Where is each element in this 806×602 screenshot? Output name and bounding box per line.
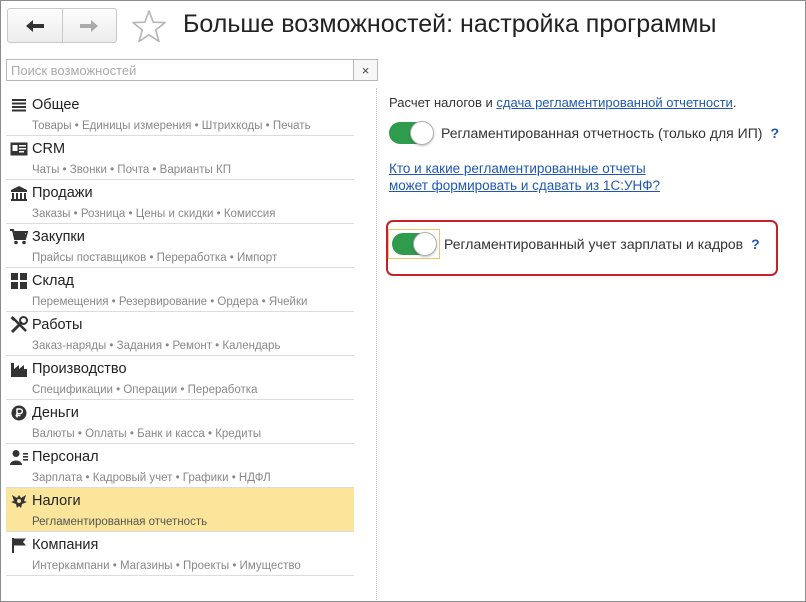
toggle-row-reporting: Регламентированная отчетность (только дл…	[389, 121, 779, 145]
payroll-toggle[interactable]	[392, 232, 437, 256]
section-title: Общее	[32, 97, 80, 113]
reporting-toggle-label: Регламентированная отчетность (только дл…	[441, 125, 763, 141]
section-item-company[interactable]: Компания Интеркампани • Магазины • Проек…	[6, 532, 354, 576]
factory-icon	[10, 361, 28, 377]
section-subtitle: Перемещения • Резервирование • Ордера • …	[32, 296, 308, 308]
list-lines-icon	[10, 97, 28, 113]
section-item-money[interactable]: Деньги Валюты • Оплаты • Банк и касса • …	[6, 400, 354, 444]
section-subtitle: Валюты • Оплаты • Банк и касса • Кредиты	[32, 428, 262, 440]
reporting-toggle[interactable]	[389, 121, 434, 145]
section-item-purchases[interactable]: Закупки Прайсы поставщиков • Переработка…	[6, 224, 354, 268]
person-icon	[10, 449, 28, 465]
section-title: Закупки	[32, 229, 85, 245]
star-outline-icon[interactable]	[131, 9, 167, 45]
sections-list: Общее Товары • Единицы измерения • Штрих…	[0, 92, 355, 576]
section-subtitle: Интеркампани • Магазины • Проекты • Имущ…	[32, 560, 301, 572]
section-title: CRM	[32, 141, 66, 157]
forward-button[interactable]	[61, 9, 117, 42]
arrow-right-icon	[80, 19, 99, 32]
info-link-line1[interactable]: Кто и какие регламентированные отчеты	[389, 160, 660, 177]
toggle-knob	[410, 121, 434, 145]
navigation-buttons	[7, 8, 117, 43]
section-item-taxes[interactable]: Налоги Регламентированная отчетность	[6, 488, 354, 532]
warehouse-grid-icon	[10, 273, 28, 289]
page-title: Больше возможностей: настройка программы	[183, 10, 717, 38]
section-item-sales[interactable]: Продажи Заказы • Розница • Цены и скидки…	[6, 180, 354, 224]
section-item-personnel[interactable]: Персонал Зарплата • Кадровый учет • Граф…	[6, 444, 354, 488]
cart-icon	[10, 229, 28, 245]
section-item-production[interactable]: Производство Спецификации • Операции • П…	[6, 356, 354, 400]
arrow-left-icon	[25, 19, 44, 32]
section-subtitle: Прайсы поставщиков • Переработка • Импор…	[32, 252, 278, 264]
section-subtitle: Чаты • Звонки • Почта • Варианты КП	[32, 164, 231, 176]
toggle-row-payroll: Регламентированный учет зарплаты и кадро…	[388, 229, 760, 259]
section-item-crm[interactable]: CRM Чаты • Звонки • Почта • Варианты КП	[6, 136, 354, 180]
tools-icon	[10, 316, 28, 334]
section-subtitle: Заказ-наряды • Задания • Ремонт • Календ…	[32, 340, 281, 352]
contact-card-icon	[10, 141, 28, 157]
section-subtitle: Зарплата • Кадровый учет • Графики • НДФ…	[32, 472, 271, 484]
search-clear-button[interactable]: ×	[353, 59, 378, 81]
section-item-works[interactable]: Работы Заказ-наряды • Задания • Ремонт •…	[6, 312, 354, 356]
info-link-line2[interactable]: может формировать и сдавать из 1С:УНФ?	[389, 177, 660, 194]
section-item-warehouse[interactable]: Склад Перемещения • Резервирование • Орд…	[6, 268, 354, 312]
section-title: Производство	[32, 361, 127, 377]
section-title: Компания	[32, 537, 99, 553]
section-title: Налоги	[32, 493, 81, 509]
toggle-knob	[413, 232, 437, 256]
section-title: Работы	[32, 317, 83, 333]
flag-icon	[10, 537, 28, 553]
payroll-toggle-label: Регламентированный учет зарплаты и кадро…	[444, 236, 744, 252]
search-input[interactable]	[6, 59, 354, 81]
help-icon[interactable]: ?	[751, 236, 760, 252]
intro-text: Расчет налогов и	[389, 95, 497, 110]
intro-end: .	[732, 95, 737, 110]
shop-icon	[10, 185, 28, 201]
section-title: Персонал	[32, 449, 99, 465]
toggle-focus-ring	[388, 229, 440, 259]
section-subtitle: Заказы • Розница • Цены и скидки • Комис…	[32, 208, 276, 220]
panel-intro: Расчет налогов и сдача регламентированно…	[389, 95, 736, 110]
section-title: Продажи	[32, 185, 93, 201]
section-subtitle: Товары • Единицы измерения • Штрихкоды •…	[32, 120, 311, 132]
coat-of-arms-icon	[10, 493, 28, 509]
section-title: Склад	[32, 273, 74, 289]
section-item-general[interactable]: Общее Товары • Единицы измерения • Штрих…	[6, 92, 354, 136]
panel-divider	[376, 88, 377, 600]
info-link[interactable]: Кто и какие регламентированные отчеты мо…	[389, 160, 660, 194]
help-icon[interactable]: ?	[770, 125, 779, 141]
reporting-link[interactable]: сдача регламентированной отчетности	[496, 95, 732, 110]
ruble-coin-icon	[10, 405, 28, 421]
section-title: Деньги	[32, 405, 79, 421]
section-subtitle: Регламентированная отчетность	[32, 516, 208, 528]
back-button[interactable]	[8, 9, 62, 42]
section-subtitle: Спецификации • Операции • Переработка	[32, 384, 258, 396]
